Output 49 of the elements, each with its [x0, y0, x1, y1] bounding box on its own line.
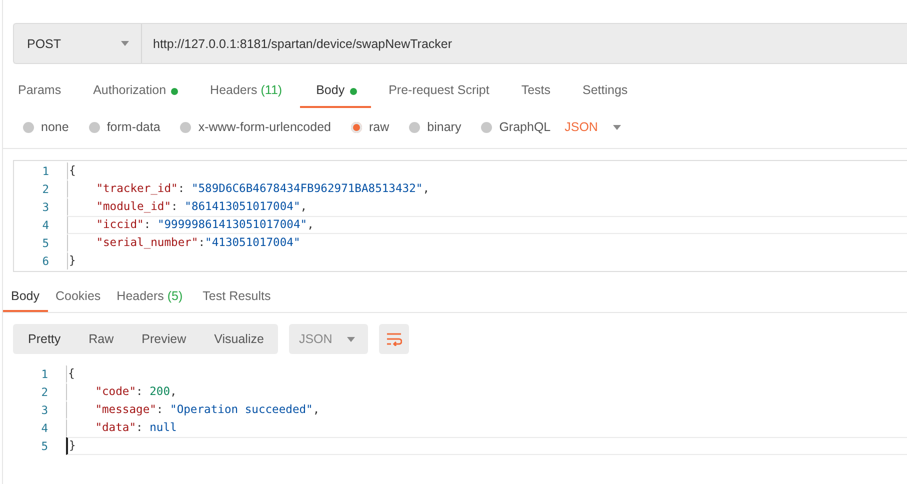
code-line: "iccid": "99999861413051017004", [67, 216, 907, 234]
view-mode-button[interactable]: Pretty [13, 324, 75, 354]
wrap-button[interactable] [379, 324, 410, 354]
code-line: "code": 200, [66, 383, 907, 401]
radio-option[interactable]: GraphQL [481, 120, 551, 134]
line-number: 6 [41, 254, 50, 268]
radio-option[interactable]: none [23, 120, 69, 134]
line-number: 3 [40, 404, 49, 416]
radio-option[interactable]: x-www-form-urlencoded [180, 120, 331, 134]
line-number: 5 [40, 440, 49, 452]
tab[interactable]: Authorization [79, 78, 192, 108]
wrap-icon [386, 332, 402, 346]
code-line: "module_id": "861413051017004", [67, 198, 907, 216]
tab[interactable]: Cookies [48, 285, 109, 312]
tab[interactable]: Body [3, 285, 48, 312]
tab[interactable]: Test Results [190, 285, 279, 312]
code-line: { [66, 365, 907, 383]
line-number: 4 [40, 422, 49, 434]
code-line: "message": "Operation succeeded", [66, 401, 907, 419]
caret-icon [347, 336, 356, 342]
line-number: 1 [40, 368, 49, 380]
code-line: "data": null [66, 419, 907, 437]
code-line: } [66, 437, 907, 455]
line-number: 1 [41, 164, 50, 178]
tab[interactable]: Tests [507, 78, 564, 108]
radio-option[interactable]: raw [351, 120, 390, 134]
code-line: "tracker_id": "589D6C6B4678434FB962971BA8513432", [67, 180, 907, 198]
radio-option[interactable]: form-data [88, 120, 160, 134]
caret-icon [612, 124, 621, 130]
radio-option[interactable]: binary [409, 120, 462, 134]
line-number: 2 [41, 182, 50, 196]
code-line: "serial_number":"413051017004" [67, 234, 907, 252]
tab[interactable]: Headers (11) [196, 78, 296, 108]
code-line: { [67, 162, 907, 180]
line-number: 2 [40, 386, 49, 398]
code-editor[interactable]: 1 { 2 "tracker_id": "589D6C6B4678434FB962971BA8513432", 3 "module_id": "861413051017004", 4 "iccid": "99999861413051017004", 5 "serial_number":"413051017004" 6 } [13, 160, 907, 272]
line-number: 5 [41, 236, 50, 250]
line-number: 3 [41, 200, 50, 214]
tab[interactable]: Pre-request Script [374, 78, 504, 108]
code-line: } [67, 252, 907, 270]
tab[interactable]: Body [300, 78, 371, 108]
view-mode-button[interactable]: Visualize [200, 324, 278, 354]
view-mode-button[interactable]: Raw [74, 324, 128, 354]
tab[interactable]: Headers (5) [108, 285, 191, 312]
line-number: 4 [41, 218, 50, 232]
view-mode-button[interactable]: Preview [128, 324, 200, 354]
code-editor[interactable]: 1 { 2 "code": 200, 3 "message": "Operation succeeded", 4 "data": null 5 } [13, 365, 907, 455]
tab[interactable]: Params [3, 78, 76, 108]
tab[interactable]: Settings [568, 78, 642, 108]
